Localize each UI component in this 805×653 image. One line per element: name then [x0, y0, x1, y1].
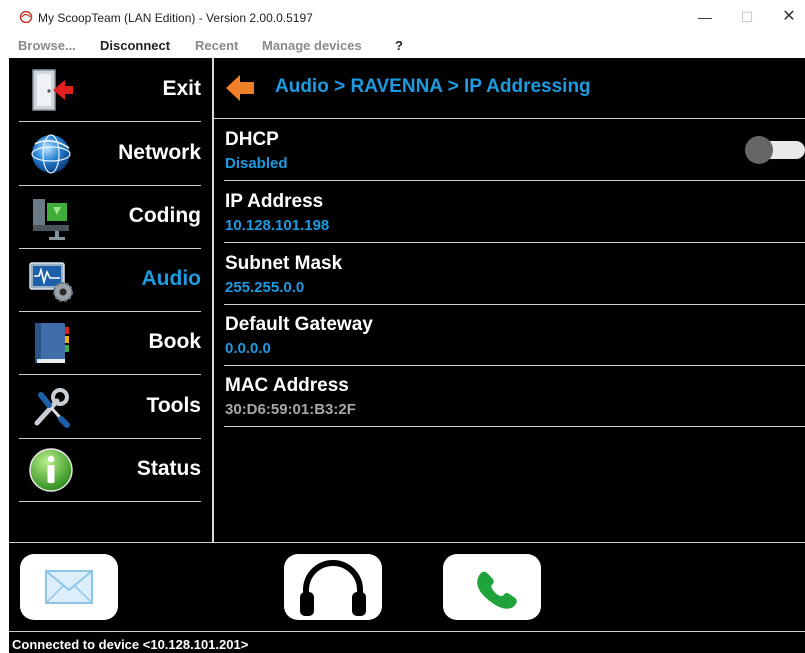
- sidebar-item-tools[interactable]: Tools: [19, 375, 201, 439]
- menu-manage-devices[interactable]: Manage devices: [262, 38, 362, 53]
- connection-status: Connected to device <10.128.101.201>: [12, 637, 249, 652]
- field-label: DHCP: [225, 129, 279, 150]
- sidebar-item-audio[interactable]: Audio: [19, 248, 201, 312]
- menu-browse[interactable]: Browse...: [18, 38, 76, 53]
- sidebar-item-coding[interactable]: Coding: [19, 185, 201, 249]
- sidebar-divider: [212, 58, 214, 542]
- dhcp-toggle[interactable]: [745, 136, 805, 164]
- close-window-button[interactable]: ✕: [774, 6, 804, 28]
- audio-monitor-gear-icon: [29, 262, 73, 302]
- sidebar-item-label: Status: [136, 457, 201, 480]
- dhcp-row: DHCP Disabled: [224, 119, 805, 181]
- sidebar-item-label: Audio: [141, 267, 201, 290]
- info-icon: [29, 448, 73, 492]
- toggle-knob: [745, 136, 773, 164]
- wrench-screwdriver-icon: [34, 388, 70, 428]
- sidebar-item-network[interactable]: Network: [19, 122, 201, 186]
- field-label: Default Gateway: [225, 314, 373, 335]
- back-arrow-icon[interactable]: [224, 72, 256, 104]
- sidebar-item-label: Exit: [162, 77, 201, 100]
- subnet-mask-value: 255.255.0.0: [225, 279, 305, 296]
- message-button[interactable]: [20, 554, 118, 620]
- sidebar: Exit Network Coding Audio Book Tools Sta…: [9, 58, 213, 542]
- sidebar-item-label: Tools: [146, 394, 201, 417]
- menu-recent[interactable]: Recent: [195, 38, 238, 53]
- envelope-icon: [45, 570, 93, 604]
- window-title: My ScoopTeam (LAN Edition) - Version 2.0…: [38, 11, 313, 25]
- sidebar-item-label: Book: [148, 330, 202, 353]
- breadcrumb: Audio > RAVENNA > IP Addressing: [275, 76, 591, 97]
- status-bar: Connected to device <10.128.101.201>: [9, 632, 805, 653]
- headphones-icon: [300, 560, 366, 616]
- call-button[interactable]: [443, 554, 541, 620]
- book-icon: [35, 323, 69, 363]
- mac-address-value: 30:D6:59:01:B3:2F: [225, 401, 356, 418]
- title-bar: My ScoopTeam (LAN Edition) - Version 2.0…: [0, 0, 805, 36]
- menu-disconnect[interactable]: Disconnect: [100, 38, 170, 53]
- exit-door-icon: [32, 69, 73, 111]
- field-label: Subnet Mask: [225, 253, 343, 274]
- sidebar-item-book[interactable]: Book: [19, 311, 201, 375]
- globe-icon: [31, 134, 71, 174]
- sidebar-item-status[interactable]: Status: [19, 438, 201, 502]
- app-area: Exit Network Coding Audio Book Tools Sta…: [9, 58, 805, 653]
- default-gateway-row[interactable]: Default Gateway 0.0.0.0: [224, 304, 805, 366]
- ip-address-value: 10.128.101.198: [225, 217, 330, 234]
- mac-address-row: MAC Address 30:D6:59:01:B3:2F: [224, 365, 805, 427]
- default-gateway-value: 0.0.0.0: [225, 340, 271, 357]
- dhcp-value: Disabled: [225, 155, 288, 172]
- field-label: IP Address: [225, 191, 324, 212]
- maximize-button[interactable]: ☐: [732, 6, 762, 28]
- subnet-mask-row[interactable]: Subnet Mask 255.255.0.0: [224, 243, 805, 305]
- ip-address-row[interactable]: IP Address 10.128.101.198: [224, 181, 805, 243]
- headphones-button[interactable]: [284, 554, 382, 620]
- phone-handset-icon: [477, 571, 517, 609]
- divider: [9, 542, 805, 543]
- sidebar-item-label: Coding: [128, 204, 201, 227]
- menu-help[interactable]: ?: [395, 38, 403, 53]
- app-logo-icon: [19, 11, 33, 23]
- field-label: MAC Address: [225, 375, 349, 396]
- sidebar-item-label: Network: [118, 141, 201, 164]
- breadcrumb-bar: Audio > RAVENNA > IP Addressing: [214, 58, 805, 118]
- sidebar-item-exit[interactable]: Exit: [19, 58, 201, 122]
- vise-clamp-icon: [33, 199, 69, 240]
- minimize-button[interactable]: —: [690, 6, 720, 28]
- menu-bar: Browse... Disconnect Recent Manage devic…: [0, 36, 805, 58]
